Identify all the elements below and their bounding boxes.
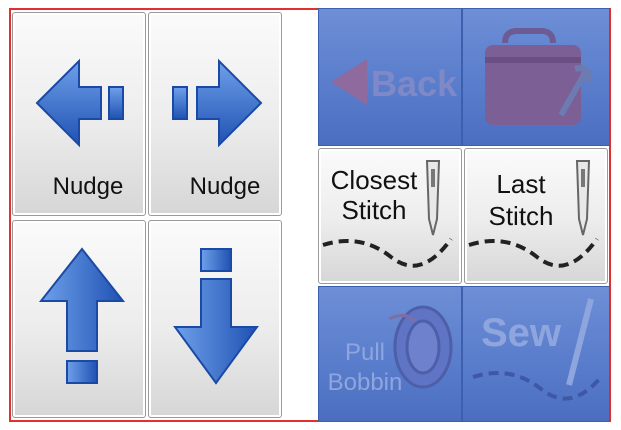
sew-button[interactable]: Sew: [462, 286, 610, 422]
pull-bobbin-button[interactable]: Pull Bobbin: [318, 286, 462, 422]
arrow-down-icon: [171, 245, 261, 395]
pull-bobbin-label-2: Bobbin: [327, 369, 403, 396]
stitch-path-icon: [321, 225, 461, 281]
last-stitch-label-1: Last: [496, 169, 546, 199]
arrow-right-icon: [167, 51, 267, 161]
tools-button[interactable]: [462, 8, 610, 146]
nudge-down-button[interactable]: [148, 220, 282, 418]
back-triangle-icon: [329, 57, 369, 107]
closest-stitch-label-2: Stitch: [341, 195, 407, 225]
closest-stitch-label-1: Closest: [330, 165, 418, 195]
last-stitch-button[interactable]: Last Stitch: [464, 148, 608, 284]
stitch-path-icon: [467, 225, 607, 281]
nudge-right-label: Nudge: [189, 173, 261, 200]
back-button[interactable]: Back: [318, 8, 462, 146]
stitch-path-icon: [471, 359, 607, 415]
nudge-up-button[interactable]: [12, 220, 146, 418]
nudge-left-label: Nudge: [52, 173, 124, 200]
back-label: Back: [371, 63, 458, 104]
nudge-left-button[interactable]: Nudge: [12, 12, 146, 216]
toolbox-wrench-icon: [477, 27, 597, 137]
arrow-up-icon: [37, 245, 127, 395]
closest-stitch-button[interactable]: Closest Stitch: [318, 148, 462, 284]
nudge-right-button[interactable]: Nudge: [148, 12, 282, 216]
arrow-left-icon: [31, 51, 131, 161]
pull-bobbin-label-1: Pull: [344, 339, 386, 366]
